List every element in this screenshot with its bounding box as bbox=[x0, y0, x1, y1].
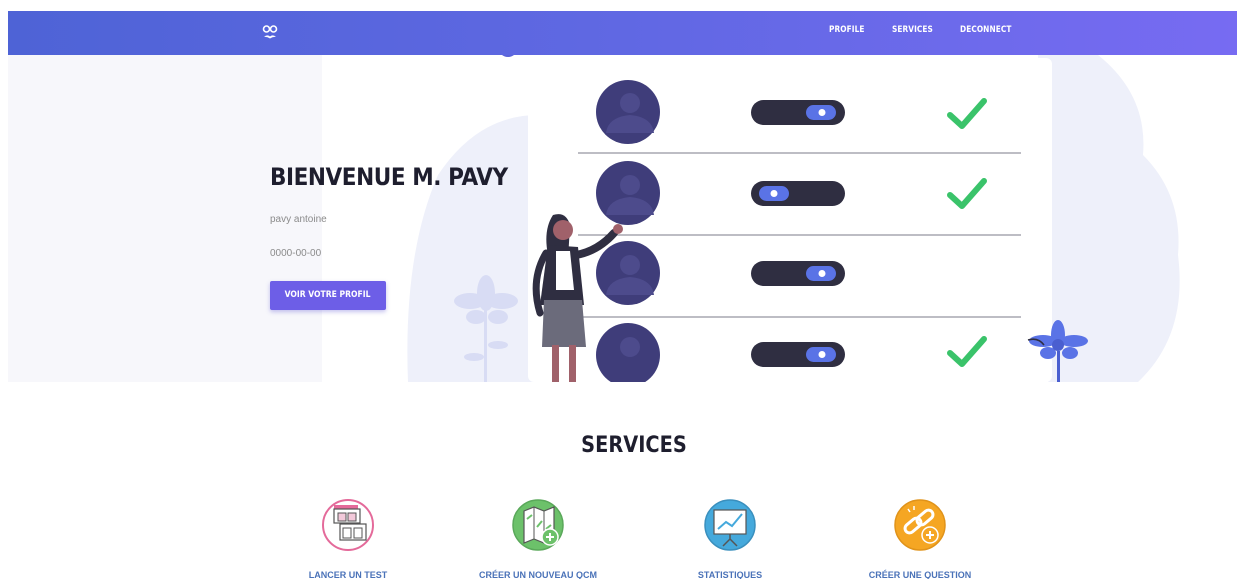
presentation-chart-icon[interactable] bbox=[704, 499, 756, 551]
layout-test-icon[interactable] bbox=[322, 499, 374, 551]
nav-link-deconnect[interactable]: DECONNECT bbox=[960, 25, 1011, 35]
hero-user-name: pavy antoine bbox=[270, 214, 327, 225]
services-title: SERVICES bbox=[581, 433, 687, 458]
nav-link-profile[interactable]: PROFILE bbox=[829, 25, 864, 35]
background-blob bbox=[407, 115, 538, 382]
hero-section: BIENVENUE M. PAVY pavy antoine 0000-00-0… bbox=[8, 55, 1237, 382]
view-profile-button[interactable]: VOIR VOTRE PROFIL bbox=[270, 281, 386, 310]
service-item-creer-qcm[interactable]: CRÉER UN NOUVEAU QCM bbox=[453, 499, 623, 579]
view-profile-button-label: VOIR VOTRE PROFIL bbox=[285, 290, 371, 300]
glasses-mustache-icon[interactable] bbox=[262, 24, 278, 42]
service-label: STATISTIQUES bbox=[697, 570, 763, 579]
service-item-statistiques[interactable]: STATISTIQUES bbox=[645, 499, 815, 579]
hero-title: BIENVENUE M. PAVY bbox=[270, 163, 508, 191]
hero-user-date: 0000-00-00 bbox=[270, 248, 322, 259]
service-item-lancer-test[interactable]: LANCER UN TEST bbox=[263, 499, 433, 579]
chain-link-add-icon[interactable] bbox=[894, 499, 946, 551]
nav-link-services[interactable]: SERVICES bbox=[892, 25, 933, 35]
hero-illustration bbox=[407, 55, 1180, 382]
service-label: LANCER UN TEST bbox=[308, 570, 388, 579]
service-item-creer-question[interactable]: CRÉER UNE QUESTION bbox=[835, 499, 1005, 579]
service-label: CRÉER UNE QUESTION bbox=[868, 570, 972, 579]
service-label: CRÉER UN NOUVEAU QCM bbox=[478, 570, 597, 579]
top-navbar: PROFILE SERVICES DECONNECT bbox=[8, 11, 1237, 55]
map-add-icon[interactable] bbox=[512, 499, 564, 551]
